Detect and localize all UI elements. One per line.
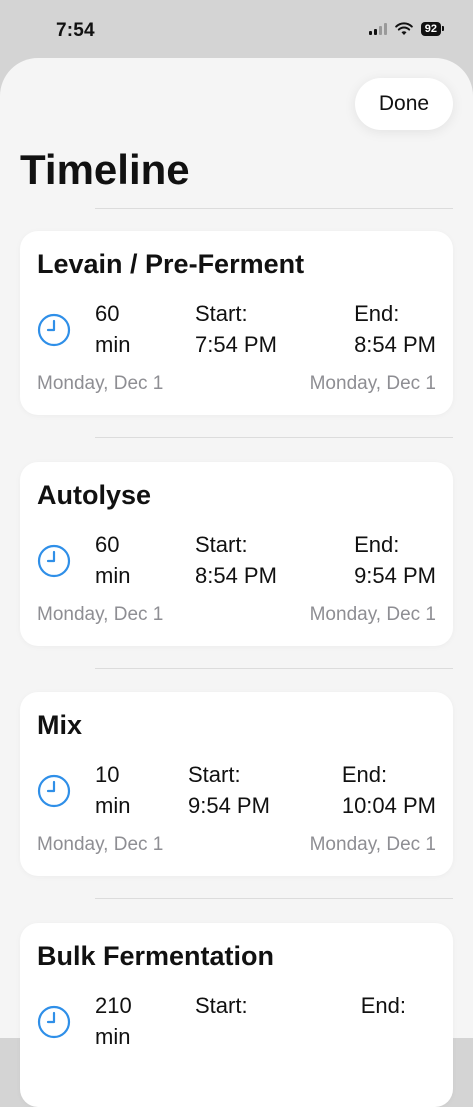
step-title: Autolyse <box>37 480 152 510</box>
timeline-sheet: Done Timeline Levain / Pre-Ferment 60 mi… <box>0 58 473 1107</box>
duration-value: 60 <box>95 301 120 326</box>
divider <box>95 898 453 899</box>
cellular-signal-icon <box>368 23 387 35</box>
done-button[interactable]: Done <box>355 78 453 130</box>
end-time: 10:04 PM <box>341 793 436 818</box>
clock-icon <box>37 544 71 578</box>
divider <box>95 437 453 438</box>
timeline-step-card[interactable]: Mix 10 min Start: 9:54 PM End: 10:04 PM … <box>20 692 453 876</box>
duration-unit: min <box>95 1024 131 1049</box>
battery-icon: 92 <box>420 22 445 36</box>
step-start: Start: 7:54 PM <box>195 298 277 360</box>
step-duration: 60 min <box>95 529 155 591</box>
end-label: End: <box>360 993 406 1018</box>
divider <box>95 208 453 209</box>
end-date: Monday, Dec 1 <box>309 604 436 625</box>
status-time: 7:54 <box>56 20 95 41</box>
step-duration: 210 min <box>95 990 155 1052</box>
timeline-step-card[interactable]: Autolyse 60 min Start: 8:54 PM End: 9:54… <box>20 462 453 646</box>
status-bar: 7:54 92 <box>0 0 473 60</box>
step-start: Start: <box>195 990 248 1021</box>
start-date: Monday, Dec 1 <box>37 604 164 625</box>
duration-unit: min <box>95 563 131 588</box>
end-date: Monday, Dec 1 <box>309 373 436 394</box>
clock-icon <box>37 774 71 808</box>
end-date: Monday, Dec 1 <box>309 834 436 855</box>
clock-icon <box>37 1005 71 1039</box>
end-label: End: <box>341 762 388 787</box>
start-label: Start: <box>188 762 241 787</box>
duration-value: 10 <box>95 762 120 787</box>
divider <box>95 668 453 669</box>
duration-unit: min <box>95 793 131 818</box>
step-duration: 60 min <box>95 298 155 360</box>
clock-icon <box>37 313 71 347</box>
step-end: End: <box>361 990 406 1021</box>
duration-value: 60 <box>95 532 120 557</box>
step-title: Levain / Pre-Ferment <box>37 249 305 279</box>
start-label: Start: <box>195 993 248 1018</box>
step-title: Bulk Fermentation <box>37 941 275 971</box>
step-start: Start: 9:54 PM <box>188 759 270 821</box>
step-end: End: 10:04 PM <box>342 759 436 821</box>
step-start: Start: 8:54 PM <box>195 529 277 591</box>
start-label: Start: <box>195 301 248 326</box>
start-time: 9:54 PM <box>188 793 270 818</box>
end-time: 9:54 PM <box>354 563 436 588</box>
start-date: Monday, Dec 1 <box>37 373 164 394</box>
start-date: Monday, Dec 1 <box>37 834 164 855</box>
duration-unit: min <box>95 332 131 357</box>
timeline-step-card[interactable]: Levain / Pre-Ferment 60 min Start: 7:54 … <box>20 231 453 415</box>
duration-value: 210 <box>95 993 132 1018</box>
status-icons: 92 <box>368 22 445 36</box>
page-title: Timeline <box>20 146 190 193</box>
wifi-icon <box>394 22 413 35</box>
start-time: 7:54 PM <box>195 332 277 357</box>
step-duration: 10 min <box>95 759 155 821</box>
step-end: End: 9:54 PM <box>354 529 436 591</box>
start-label: Start: <box>195 532 248 557</box>
start-time: 8:54 PM <box>195 563 277 588</box>
timeline-step-card[interactable]: Bulk Fermentation 210 min Start: End: <box>20 923 453 1107</box>
end-label: End: <box>354 301 400 326</box>
end-time: 8:54 PM <box>354 332 436 357</box>
step-end: End: 8:54 PM <box>354 298 436 360</box>
step-title: Mix <box>37 710 83 740</box>
end-label: End: <box>354 532 400 557</box>
